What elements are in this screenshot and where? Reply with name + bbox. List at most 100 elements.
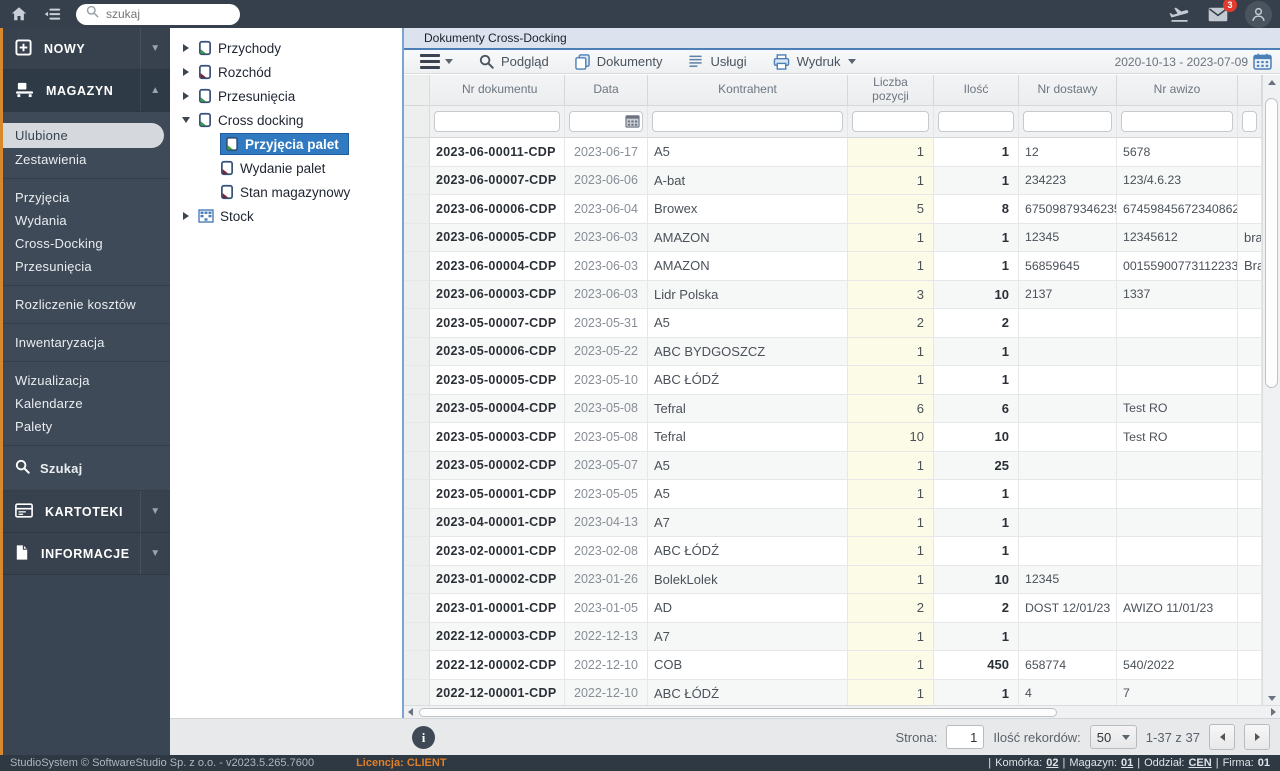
row-selector-cell[interactable] [404, 451, 430, 480]
cell-liczba-pozycji[interactable]: 1 [848, 679, 934, 708]
cell-extra[interactable]: Brak [1238, 252, 1262, 281]
tree-node-przesuniecia[interactable]: Przesunięcia [178, 84, 402, 108]
cell-extra[interactable] [1238, 166, 1262, 195]
chevron-down-icon[interactable]: ▼ [140, 533, 170, 574]
cell-extra[interactable] [1238, 565, 1262, 594]
cell-nr-dostawy[interactable]: DOST 12/01/23 [1019, 594, 1117, 623]
scroll-right-arrow[interactable] [1267, 706, 1280, 718]
cell-kontrahent[interactable]: AMAZON [648, 223, 848, 252]
cell-nr-dokumentu[interactable]: 2022-12-00001-CDP [430, 679, 565, 708]
page-input[interactable] [946, 725, 985, 749]
cell-extra[interactable] [1238, 480, 1262, 509]
cell-nr-dokumentu[interactable]: 2023-04-00001-CDP [430, 508, 565, 537]
sidebar-item-przesuniecia[interactable]: Przesunięcia [0, 255, 170, 278]
table-row[interactable]: 2022-12-00002-CDP 2022-12-10 COB 1 450 658774… [404, 651, 1262, 680]
cell-extra[interactable] [1238, 508, 1262, 537]
cell-nr-dostawy[interactable] [1019, 366, 1117, 395]
grid-menu-button[interactable] [420, 54, 453, 69]
tree-node-stock[interactable]: Stock [178, 204, 402, 228]
cell-data[interactable]: 2023-02-08 [565, 537, 648, 566]
home-icon[interactable] [8, 3, 30, 25]
table-row[interactable]: 2023-06-00011-CDP 2023-06-17 A5 1 1 12 5678 [404, 138, 1262, 167]
cell-liczba-pozycji[interactable]: 1 [848, 508, 934, 537]
cell-kontrahent[interactable]: Browex [648, 195, 848, 224]
cell-kontrahent[interactable]: BolekLolek [648, 565, 848, 594]
row-selector-cell[interactable] [404, 679, 430, 708]
menu-toggle-icon[interactable] [42, 3, 64, 25]
chevron-up-icon[interactable]: ▲ [140, 70, 170, 111]
expander-closed-icon[interactable] [180, 92, 192, 100]
filter-input-nr-dokumentu[interactable] [434, 111, 560, 132]
cell-kontrahent[interactable]: A7 [648, 622, 848, 651]
cell-nr-dokumentu[interactable]: 2023-05-00007-CDP [430, 309, 565, 338]
cell-kontrahent[interactable]: ABC ŁÓDŹ [648, 366, 848, 395]
cell-extra[interactable] [1238, 651, 1262, 680]
sidebar-item-inwentaryzacja[interactable]: Inwentaryzacja [0, 331, 170, 354]
cell-nr-awizo[interactable]: Test RO [1117, 423, 1238, 452]
cell-extra[interactable] [1238, 366, 1262, 395]
cell-liczba-pozycji[interactable]: 1 [848, 480, 934, 509]
cell-nr-awizo[interactable]: AWIZO 11/01/23 [1117, 594, 1238, 623]
sidebar-item-cross-docking[interactable]: Cross-Docking [0, 232, 170, 255]
cell-liczba-pozycji[interactable]: 1 [848, 366, 934, 395]
date-range[interactable]: 2020-10-13 - 2023-07-09 [1115, 50, 1248, 73]
cell-data[interactable]: 2023-01-26 [565, 565, 648, 594]
cell-extra[interactable] [1238, 679, 1262, 708]
cell-nr-dokumentu[interactable]: 2023-06-00006-CDP [430, 195, 565, 224]
cell-data[interactable]: 2023-05-31 [565, 309, 648, 338]
row-selector-cell[interactable] [404, 138, 430, 167]
user-avatar-icon[interactable] [1245, 0, 1272, 28]
row-selector-cell[interactable] [404, 594, 430, 623]
cell-extra[interactable] [1238, 537, 1262, 566]
cell-nr-awizo[interactable]: 12345612 [1117, 223, 1238, 252]
cell-ilosc[interactable]: 2 [934, 594, 1019, 623]
cell-kontrahent[interactable]: ABC ŁÓDŹ [648, 679, 848, 708]
sidebar-item-zestawienia[interactable]: Zestawienia [0, 148, 170, 171]
cell-nr-awizo[interactable]: 5678 [1117, 138, 1238, 167]
cell-nr-dokumentu[interactable]: 2023-05-00003-CDP [430, 423, 565, 452]
wydruk-button[interactable]: Wydruk [773, 53, 856, 70]
table-row[interactable]: 2023-04-00001-CDP 2023-04-13 A7 1 1 [404, 508, 1262, 537]
chevron-down-icon[interactable]: ▼ [140, 28, 170, 69]
cell-extra[interactable] [1238, 337, 1262, 366]
cell-nr-awizo[interactable] [1117, 537, 1238, 566]
cell-data[interactable]: 2022-12-10 [565, 651, 648, 680]
row-selector-cell[interactable] [404, 565, 430, 594]
cell-data[interactable]: 2023-05-08 [565, 394, 648, 423]
cell-ilosc[interactable]: 1 [934, 537, 1019, 566]
cell-nr-awizo[interactable] [1117, 337, 1238, 366]
panel-divider[interactable] [402, 28, 404, 718]
cell-ilosc[interactable]: 450 [934, 651, 1019, 680]
cell-data[interactable]: 2023-05-08 [565, 423, 648, 452]
cell-ilosc[interactable]: 1 [934, 166, 1019, 195]
cell-ilosc[interactable]: 10 [934, 280, 1019, 309]
sidebar-section-kartoteki[interactable]: KARTOTEKI ▼ [0, 491, 170, 533]
cell-nr-dostawy[interactable]: 12345 [1019, 565, 1117, 594]
previous-page-button[interactable] [1209, 724, 1235, 750]
cell-liczba-pozycji[interactable]: 10 [848, 423, 934, 452]
context-value-komorka[interactable]: 02 [1046, 757, 1058, 769]
cell-kontrahent[interactable]: Lidr Polska [648, 280, 848, 309]
row-selector-cell[interactable] [404, 166, 430, 195]
cell-kontrahent[interactable]: Tefral [648, 423, 848, 452]
mail-icon[interactable]: 3 [1207, 0, 1237, 25]
sidebar-item-ulubione[interactable]: Ulubione [0, 123, 164, 148]
calendar-icon[interactable] [1253, 53, 1272, 73]
cell-nr-dokumentu[interactable]: 2023-02-00001-CDP [430, 537, 565, 566]
expander-closed-icon[interactable] [180, 68, 192, 76]
column-header-liczba-pozycji[interactable]: Liczba pozycji [848, 75, 934, 106]
cell-ilosc[interactable]: 1 [934, 138, 1019, 167]
cell-nr-awizo[interactable] [1117, 480, 1238, 509]
cell-nr-awizo[interactable]: 7 [1117, 679, 1238, 708]
table-row[interactable]: 2022-12-00001-CDP 2022-12-10 ABC ŁÓDŹ 1 1 4 7 [404, 679, 1262, 708]
cell-liczba-pozycji[interactable]: 5 [848, 195, 934, 224]
cell-liczba-pozycji[interactable]: 2 [848, 309, 934, 338]
cell-liczba-pozycji[interactable]: 2 [848, 594, 934, 623]
cell-kontrahent[interactable]: A5 [648, 480, 848, 509]
column-header-kontrahent[interactable]: Kontrahent [648, 75, 848, 106]
cell-kontrahent[interactable]: A-bat [648, 166, 848, 195]
cell-nr-dokumentu[interactable]: 2023-06-00003-CDP [430, 280, 565, 309]
row-selector-cell[interactable] [404, 337, 430, 366]
cell-ilosc[interactable]: 1 [934, 252, 1019, 281]
cell-data[interactable]: 2023-05-05 [565, 480, 648, 509]
